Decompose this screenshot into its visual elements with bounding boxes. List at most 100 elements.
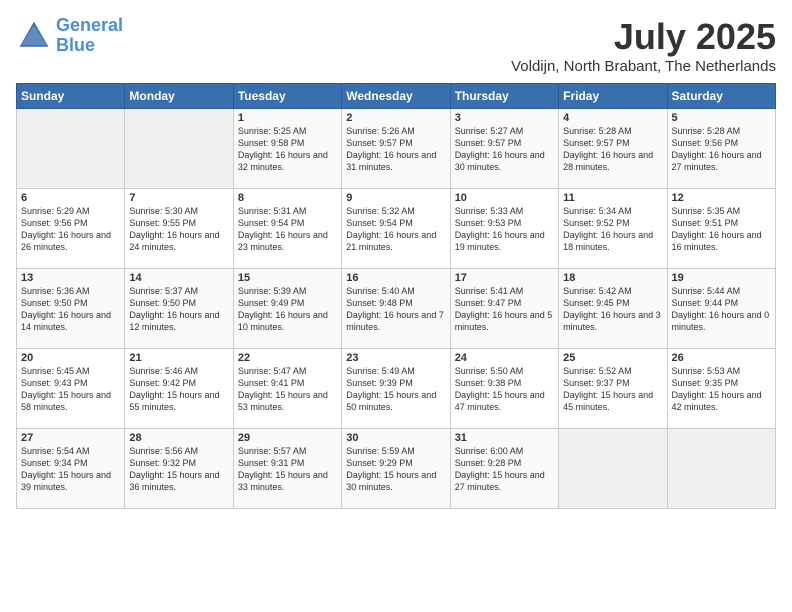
calendar-cell: 2Sunrise: 5:26 AMSunset: 9:57 PMDaylight… bbox=[342, 109, 450, 189]
day-number: 18 bbox=[563, 272, 662, 284]
calendar-cell bbox=[125, 109, 233, 189]
calendar-cell: 10Sunrise: 5:33 AMSunset: 9:53 PMDayligh… bbox=[450, 189, 558, 269]
calendar-cell: 5Sunrise: 5:28 AMSunset: 9:56 PMDaylight… bbox=[667, 109, 775, 189]
day-number: 16 bbox=[346, 272, 445, 284]
calendar-cell: 31Sunrise: 6:00 AMSunset: 9:28 PMDayligh… bbox=[450, 429, 558, 509]
day-info: Sunrise: 5:42 AMSunset: 9:45 PMDaylight:… bbox=[563, 285, 662, 334]
day-info: Sunrise: 5:53 AMSunset: 9:35 PMDaylight:… bbox=[672, 365, 771, 414]
day-info: Sunrise: 5:44 AMSunset: 9:44 PMDaylight:… bbox=[672, 285, 771, 334]
day-info: Sunrise: 5:50 AMSunset: 9:38 PMDaylight:… bbox=[455, 365, 554, 414]
calendar-header-row: SundayMondayTuesdayWednesdayThursdayFrid… bbox=[17, 84, 776, 109]
day-number: 22 bbox=[238, 352, 337, 364]
calendar-week-row: 27Sunrise: 5:54 AMSunset: 9:34 PMDayligh… bbox=[17, 429, 776, 509]
day-number: 20 bbox=[21, 352, 120, 364]
calendar-cell: 23Sunrise: 5:49 AMSunset: 9:39 PMDayligh… bbox=[342, 349, 450, 429]
day-number: 21 bbox=[129, 352, 228, 364]
day-number: 1 bbox=[238, 112, 337, 124]
day-number: 31 bbox=[455, 432, 554, 444]
day-number: 26 bbox=[672, 352, 771, 364]
calendar-cell: 14Sunrise: 5:37 AMSunset: 9:50 PMDayligh… bbox=[125, 269, 233, 349]
calendar-cell: 20Sunrise: 5:45 AMSunset: 9:43 PMDayligh… bbox=[17, 349, 125, 429]
logo-icon bbox=[16, 18, 52, 54]
day-number: 25 bbox=[563, 352, 662, 364]
day-info: Sunrise: 5:26 AMSunset: 9:57 PMDaylight:… bbox=[346, 125, 445, 174]
day-number: 29 bbox=[238, 432, 337, 444]
day-info: Sunrise: 5:25 AMSunset: 9:58 PMDaylight:… bbox=[238, 125, 337, 174]
day-info: Sunrise: 6:00 AMSunset: 9:28 PMDaylight:… bbox=[455, 445, 554, 494]
calendar-cell: 11Sunrise: 5:34 AMSunset: 9:52 PMDayligh… bbox=[559, 189, 667, 269]
calendar-cell: 9Sunrise: 5:32 AMSunset: 9:54 PMDaylight… bbox=[342, 189, 450, 269]
calendar-cell: 6Sunrise: 5:29 AMSunset: 9:56 PMDaylight… bbox=[17, 189, 125, 269]
calendar-week-row: 13Sunrise: 5:36 AMSunset: 9:50 PMDayligh… bbox=[17, 269, 776, 349]
calendar-cell: 18Sunrise: 5:42 AMSunset: 9:45 PMDayligh… bbox=[559, 269, 667, 349]
calendar-cell: 1Sunrise: 5:25 AMSunset: 9:58 PMDaylight… bbox=[233, 109, 341, 189]
day-number: 17 bbox=[455, 272, 554, 284]
day-info: Sunrise: 5:59 AMSunset: 9:29 PMDaylight:… bbox=[346, 445, 445, 494]
day-number: 5 bbox=[672, 112, 771, 124]
title-block: July 2025 Voldijn, North Brabant, The Ne… bbox=[511, 16, 776, 75]
day-info: Sunrise: 5:39 AMSunset: 9:49 PMDaylight:… bbox=[238, 285, 337, 334]
day-number: 24 bbox=[455, 352, 554, 364]
day-number: 9 bbox=[346, 192, 445, 204]
day-number: 7 bbox=[129, 192, 228, 204]
page-header: General Blue July 2025 Voldijn, North Br… bbox=[16, 16, 776, 75]
day-info: Sunrise: 5:33 AMSunset: 9:53 PMDaylight:… bbox=[455, 205, 554, 254]
calendar-cell: 4Sunrise: 5:28 AMSunset: 9:57 PMDaylight… bbox=[559, 109, 667, 189]
location-title: Voldijn, North Brabant, The Netherlands bbox=[511, 58, 776, 75]
day-info: Sunrise: 5:29 AMSunset: 9:56 PMDaylight:… bbox=[21, 205, 120, 254]
calendar-week-row: 1Sunrise: 5:25 AMSunset: 9:58 PMDaylight… bbox=[17, 109, 776, 189]
day-number: 23 bbox=[346, 352, 445, 364]
day-number: 30 bbox=[346, 432, 445, 444]
calendar-cell: 13Sunrise: 5:36 AMSunset: 9:50 PMDayligh… bbox=[17, 269, 125, 349]
day-info: Sunrise: 5:28 AMSunset: 9:56 PMDaylight:… bbox=[672, 125, 771, 174]
calendar-cell: 27Sunrise: 5:54 AMSunset: 9:34 PMDayligh… bbox=[17, 429, 125, 509]
day-info: Sunrise: 5:57 AMSunset: 9:31 PMDaylight:… bbox=[238, 445, 337, 494]
day-info: Sunrise: 5:41 AMSunset: 9:47 PMDaylight:… bbox=[455, 285, 554, 334]
day-number: 12 bbox=[672, 192, 771, 204]
calendar-cell: 26Sunrise: 5:53 AMSunset: 9:35 PMDayligh… bbox=[667, 349, 775, 429]
day-number: 28 bbox=[129, 432, 228, 444]
calendar-cell: 3Sunrise: 5:27 AMSunset: 9:57 PMDaylight… bbox=[450, 109, 558, 189]
day-info: Sunrise: 5:54 AMSunset: 9:34 PMDaylight:… bbox=[21, 445, 120, 494]
day-info: Sunrise: 5:45 AMSunset: 9:43 PMDaylight:… bbox=[21, 365, 120, 414]
logo-text: General Blue bbox=[56, 16, 123, 56]
day-info: Sunrise: 5:49 AMSunset: 9:39 PMDaylight:… bbox=[346, 365, 445, 414]
day-info: Sunrise: 5:47 AMSunset: 9:41 PMDaylight:… bbox=[238, 365, 337, 414]
calendar-cell: 21Sunrise: 5:46 AMSunset: 9:42 PMDayligh… bbox=[125, 349, 233, 429]
day-number: 14 bbox=[129, 272, 228, 284]
day-info: Sunrise: 5:27 AMSunset: 9:57 PMDaylight:… bbox=[455, 125, 554, 174]
weekday-header: Friday bbox=[559, 84, 667, 109]
calendar-cell bbox=[559, 429, 667, 509]
logo-line2: Blue bbox=[56, 35, 95, 55]
logo-line1: General bbox=[56, 15, 123, 35]
calendar-cell: 29Sunrise: 5:57 AMSunset: 9:31 PMDayligh… bbox=[233, 429, 341, 509]
day-info: Sunrise: 5:28 AMSunset: 9:57 PMDaylight:… bbox=[563, 125, 662, 174]
calendar-cell: 17Sunrise: 5:41 AMSunset: 9:47 PMDayligh… bbox=[450, 269, 558, 349]
day-number: 3 bbox=[455, 112, 554, 124]
day-number: 27 bbox=[21, 432, 120, 444]
day-info: Sunrise: 5:32 AMSunset: 9:54 PMDaylight:… bbox=[346, 205, 445, 254]
calendar-week-row: 6Sunrise: 5:29 AMSunset: 9:56 PMDaylight… bbox=[17, 189, 776, 269]
calendar-table: SundayMondayTuesdayWednesdayThursdayFrid… bbox=[16, 83, 776, 509]
calendar-cell: 28Sunrise: 5:56 AMSunset: 9:32 PMDayligh… bbox=[125, 429, 233, 509]
day-number: 4 bbox=[563, 112, 662, 124]
calendar-cell bbox=[17, 109, 125, 189]
day-info: Sunrise: 5:31 AMSunset: 9:54 PMDaylight:… bbox=[238, 205, 337, 254]
day-info: Sunrise: 5:56 AMSunset: 9:32 PMDaylight:… bbox=[129, 445, 228, 494]
weekday-header: Monday bbox=[125, 84, 233, 109]
calendar-cell: 19Sunrise: 5:44 AMSunset: 9:44 PMDayligh… bbox=[667, 269, 775, 349]
day-number: 8 bbox=[238, 192, 337, 204]
weekday-header: Tuesday bbox=[233, 84, 341, 109]
calendar-cell: 25Sunrise: 5:52 AMSunset: 9:37 PMDayligh… bbox=[559, 349, 667, 429]
day-number: 2 bbox=[346, 112, 445, 124]
day-number: 10 bbox=[455, 192, 554, 204]
calendar-cell: 8Sunrise: 5:31 AMSunset: 9:54 PMDaylight… bbox=[233, 189, 341, 269]
weekday-header: Saturday bbox=[667, 84, 775, 109]
weekday-header: Wednesday bbox=[342, 84, 450, 109]
day-info: Sunrise: 5:34 AMSunset: 9:52 PMDaylight:… bbox=[563, 205, 662, 254]
day-info: Sunrise: 5:40 AMSunset: 9:48 PMDaylight:… bbox=[346, 285, 445, 334]
month-title: July 2025 bbox=[511, 16, 776, 58]
calendar-cell: 30Sunrise: 5:59 AMSunset: 9:29 PMDayligh… bbox=[342, 429, 450, 509]
day-info: Sunrise: 5:36 AMSunset: 9:50 PMDaylight:… bbox=[21, 285, 120, 334]
day-info: Sunrise: 5:37 AMSunset: 9:50 PMDaylight:… bbox=[129, 285, 228, 334]
